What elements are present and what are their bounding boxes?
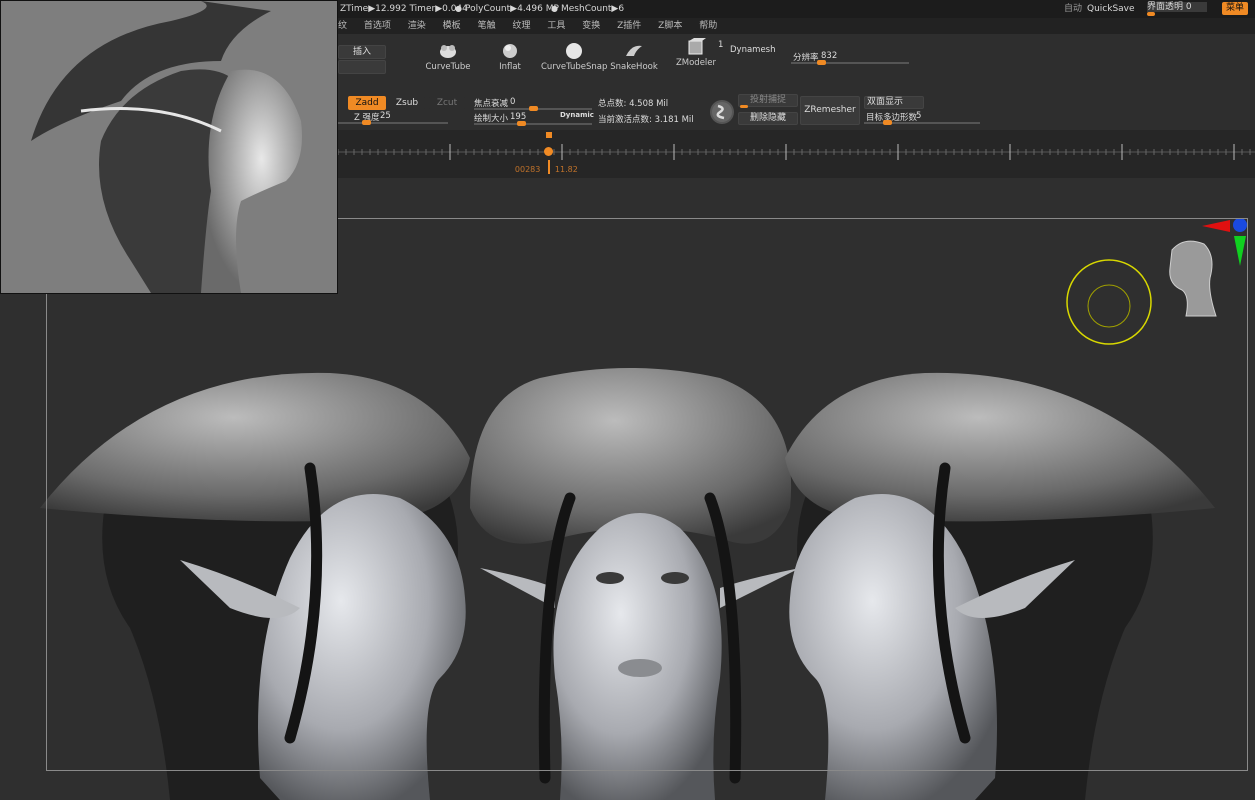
total-points-readout: 总点数: 4.508 Mil: [598, 99, 669, 109]
sculpt-toolbar: Zadd Zsub Zcut Z 强度 25 焦点衰减 0 绘制大小 195 D…: [338, 84, 1255, 131]
active-points-readout: 当前激活点数: 3.181 Mil: [598, 115, 694, 125]
snakehook-icon: [624, 42, 644, 60]
brush-label: CurveTubeSnap: [541, 62, 608, 72]
menu-bar: 纹 首选项 渲染 模板 笔触 纹理 工具 变换 Z插件 Z脚本 帮助: [338, 18, 1255, 34]
brush-zmodeler[interactable]: ZModeler: [666, 38, 726, 68]
menu-item[interactable]: 纹: [338, 21, 347, 31]
slider-knob: [361, 120, 371, 125]
menu-item[interactable]: Z脚本: [658, 21, 682, 31]
polycount-readout: PolyCount▶4.496 MP: [465, 4, 559, 14]
curvetubesnap-icon: [564, 42, 584, 60]
insert-button[interactable]: 插入: [338, 45, 386, 59]
projection-knob: [740, 105, 748, 108]
zcut-button[interactable]: Zcut: [428, 96, 466, 110]
zsub-button[interactable]: Zsub: [388, 96, 426, 110]
double-side-button[interactable]: 双面显示: [864, 96, 924, 109]
target-polys-value: 5: [916, 111, 922, 121]
menu-item[interactable]: 纹理: [512, 21, 530, 31]
dot-icon: ●: [455, 4, 462, 13]
slider-track: [864, 122, 980, 124]
menu-item[interactable]: 笔触: [478, 21, 496, 31]
resolution-slider[interactable]: 分辨率 832: [791, 50, 909, 65]
reference-image-panel[interactable]: [0, 0, 338, 294]
menu-item[interactable]: 渲染: [408, 21, 426, 31]
reference-portrait: [31, 1, 302, 293]
zadd-button[interactable]: Zadd: [348, 96, 386, 110]
dynamesh-button[interactable]: Dynamesh: [730, 45, 776, 55]
slider-track: [338, 122, 448, 124]
dot-icon: ●: [551, 4, 558, 13]
curvetube-icon: [438, 42, 458, 60]
timeline-time: 11.82: [554, 165, 578, 174]
z-intensity-slider[interactable]: Z 强度 25: [338, 110, 448, 125]
dynamesh-sphere-icon[interactable]: [710, 100, 734, 124]
brush-label: Inflat: [499, 62, 521, 72]
document-frame: [46, 218, 1248, 771]
timeline-top-marker[interactable]: [545, 132, 552, 138]
menu-item[interactable]: 变换: [582, 21, 600, 31]
brush-label: ZModeler: [675, 58, 717, 68]
brush-inflat[interactable]: Inflat: [480, 42, 540, 72]
focal-shift-slider[interactable]: 焦点衰减 0: [474, 96, 592, 111]
slider-knob: [517, 121, 527, 126]
brush-toolbar: 插入 CurveTube Inflat CurveTubeSnap SnakeH…: [338, 34, 1255, 84]
meshcount-readout: MeshCount▶6: [561, 4, 625, 14]
menu-item[interactable]: 帮助: [699, 21, 717, 31]
transparency-knob: [1147, 12, 1155, 16]
menu-item[interactable]: Z插件: [617, 21, 641, 31]
menu-item[interactable]: 工具: [547, 21, 565, 31]
slider-knob: [883, 120, 893, 125]
brush-snakehook[interactable]: SnakeHook: [604, 42, 664, 72]
transparency-slider[interactable]: 界面透明 0: [1147, 2, 1207, 12]
timeline[interactable]: 00283 11.82: [338, 130, 1255, 178]
quicksave-button[interactable]: QuickSave: [1087, 0, 1135, 18]
brush-label: CurveTube: [425, 62, 471, 72]
brush-curvetubesnap[interactable]: CurveTubeSnap: [541, 42, 607, 72]
brush-label: SnakeHook: [610, 62, 658, 72]
delete-hidden-button[interactable]: 删除隐藏: [738, 112, 798, 125]
z-intensity-value: 25: [380, 111, 391, 121]
timeline-frame: 00283: [514, 165, 541, 174]
auto-label: 自动: [1064, 4, 1083, 14]
inflat-icon: [500, 42, 520, 60]
insert-options[interactable]: [338, 60, 386, 74]
timeline-ruler: [338, 144, 1255, 160]
menu-item[interactable]: 模板: [443, 21, 461, 31]
timeline-playhead-line: [547, 160, 550, 174]
menu-item[interactable]: 首选项: [364, 21, 391, 31]
ztime-readout: ZTime▶12.992 Timer▶0.044: [340, 4, 468, 14]
zmodeler-icon: [686, 38, 706, 56]
dynamic-toggle[interactable]: Dynamic: [560, 111, 594, 119]
target-polys-slider[interactable]: 目标多边形数 5: [864, 110, 980, 125]
slider-knob: [816, 60, 826, 65]
zmodeler-count: 1: [718, 40, 724, 50]
slider-track: [474, 123, 592, 125]
zremesher-button[interactable]: ZRemesher: [800, 96, 860, 125]
brush-curvetube[interactable]: CurveTube: [418, 42, 478, 72]
slider-track: [791, 62, 909, 64]
menu-button[interactable]: 菜单: [1222, 2, 1248, 15]
focal-shift-value: 0: [510, 97, 516, 107]
